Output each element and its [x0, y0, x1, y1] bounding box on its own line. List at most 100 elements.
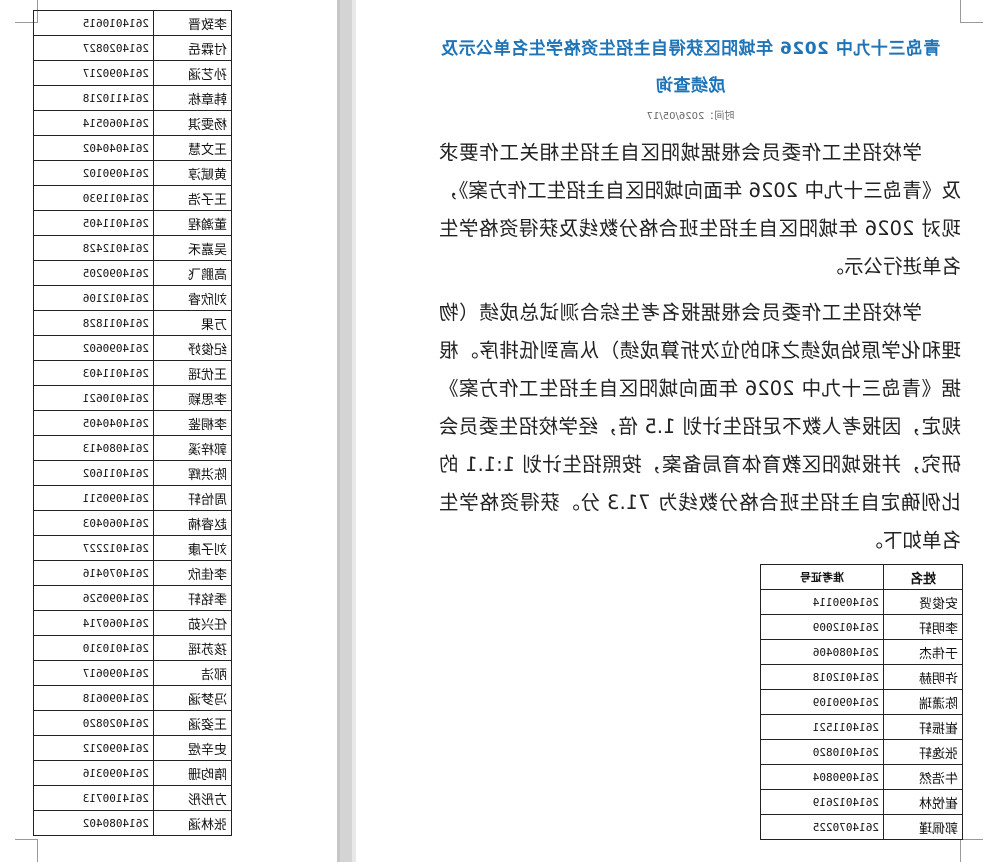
- table-row: 王文慧 2614040402: [33, 135, 232, 161]
- student-name: 方彤彤: [153, 785, 232, 811]
- exam-number: 2614012018: [760, 664, 884, 690]
- student-name: 纪俊妤: [153, 335, 232, 361]
- exam-number: 2614010310: [33, 635, 154, 661]
- table-row: 崔悦林 2614012619: [760, 789, 963, 815]
- table-row: 周怡轩 2614090511: [33, 485, 232, 511]
- exam-number: 2614070416: [33, 560, 154, 586]
- table-header-row: 姓名 准考证号: [760, 564, 963, 590]
- student-name: 李明轩: [883, 614, 963, 640]
- table-row: 李致晋 2614010615: [33, 10, 232, 36]
- exam-number: 2614040402: [33, 135, 154, 161]
- table-row: 赵睿楠 2614060403: [33, 510, 232, 536]
- table-row: 郭佩瑾 2614070225: [760, 814, 963, 840]
- exam-number: 2614012227: [33, 535, 154, 561]
- student-name: 李佳欣: [153, 560, 232, 586]
- exam-number: 2614090618: [33, 685, 154, 711]
- page-1: 青岛三十九中 2026 年城阳区获得自主招生资格学生名单公示及成绩查询 时间：2…: [356, 0, 998, 862]
- student-name: 任兴茹: [153, 610, 232, 636]
- qualified-students-table-continued: 李致晋 2614010615 付霖岳 2614020827 孙艺涵 2614090217 韩…: [33, 10, 232, 836]
- exam-number: 2614110218: [33, 85, 154, 111]
- table-row: 刘子康 2614012227: [33, 535, 232, 561]
- table-row: 吴嘉禾 2614012428: [33, 235, 232, 261]
- page-gutter: [337, 0, 356, 862]
- student-name: 季铭轩: [153, 585, 232, 611]
- exam-number: 2614090316: [33, 760, 154, 786]
- exam-number: 2614010615: [33, 10, 154, 36]
- student-name: 王优瑶: [153, 360, 232, 386]
- table-row: 许明赫 2614012018: [760, 664, 963, 690]
- exam-number: 2614011828: [33, 310, 154, 336]
- exam-number: 2614090617: [33, 660, 154, 686]
- exam-number: 2614080402: [33, 810, 154, 836]
- student-name: 周怡轩: [153, 485, 232, 511]
- table-row: 于伟杰 2614080406: [760, 639, 963, 665]
- table-row: 李思颖 2614010621: [33, 385, 232, 411]
- student-name: 于伟杰: [883, 639, 963, 665]
- exam-number: 2614012009: [760, 614, 884, 640]
- table-row: 杨雯淇 2614060514: [33, 110, 232, 136]
- table-row: 刘欣睿 2614012106: [33, 285, 232, 311]
- table-row: 付霖岳 2614020827: [33, 35, 232, 61]
- table-row: 高鹏飞 2614090205: [33, 260, 232, 286]
- ranking-paragraph: 学校招生工作委员会根据报名考生综合测试总成绩（物理和化学原始成绩之和的位次折算成…: [439, 301, 961, 552]
- student-name: 崔悦林: [883, 789, 963, 815]
- exam-number: 2614011930: [33, 185, 154, 211]
- table-row: 季铭轩 2614090526: [33, 585, 232, 611]
- table-row: 万果 2614011828: [33, 310, 232, 336]
- table-row: 孙艺涵 2614090217: [33, 60, 232, 86]
- exam-number: 2614012619: [760, 789, 884, 815]
- student-name: 孩苏瑶: [153, 635, 232, 661]
- table-row: 王姿涵 2614020820: [33, 710, 232, 736]
- student-name: 付霖岳: [153, 35, 232, 61]
- exam-number: 2614011602: [33, 460, 154, 486]
- student-name: 李桐鉴: [153, 410, 232, 436]
- crop-mark: [15, 839, 38, 862]
- student-name: 孙艺涵: [153, 60, 232, 86]
- student-name: 崔振轩: [883, 714, 963, 740]
- exam-number: 2614012428: [33, 235, 154, 261]
- exam-number: 2614011403: [33, 360, 154, 386]
- student-name: 冯梦涵: [153, 685, 232, 711]
- exam-number: 2614090804: [760, 764, 884, 790]
- exam-number: 2614090511: [33, 485, 154, 511]
- table-row: 任兴茹 2614060714: [33, 610, 232, 636]
- exam-number: 2614020827: [33, 35, 154, 61]
- table-row: 张林涵 2614080402: [33, 810, 232, 836]
- table-row: 孩苏瑶 2614010310: [33, 635, 232, 661]
- table-row: 董瀚程 2614011405: [33, 210, 232, 236]
- student-name: 王子浩: [153, 185, 232, 211]
- student-name: 隋昀珊: [153, 760, 232, 786]
- exam-number: 2614020820: [33, 710, 154, 736]
- exam-number: 2614010820: [760, 739, 884, 765]
- document-title: 青岛三十九中 2026 年城阳区获得自主招生资格学生名单公示及成绩查询: [440, 39, 941, 96]
- header-name: 姓名: [883, 564, 963, 590]
- exam-number: 2614060714: [33, 610, 154, 636]
- crop-mark: [960, 839, 983, 862]
- student-name: 黄赋淳: [153, 160, 232, 186]
- table-row: 王优瑶 2614011403: [33, 360, 232, 386]
- exam-number: 2614060403: [33, 510, 154, 536]
- table-row: 隋昀珊 2614090316: [33, 760, 232, 786]
- table-row: 冯梦涵 2614090618: [33, 685, 232, 711]
- student-name: 张林涵: [153, 810, 232, 836]
- student-name: 郭梓溪: [153, 435, 232, 461]
- table-row: 纪俊妤 2614090602: [33, 335, 232, 361]
- exam-number: 2614080406: [760, 639, 884, 665]
- student-name: 陈洪辉: [153, 460, 232, 486]
- page-2: 李致晋 2614010615 付霖岳 2614020827 孙艺涵 2614090217 韩…: [0, 0, 337, 862]
- student-name: 李思颖: [153, 385, 232, 411]
- table-row: 王子浩 2614011930: [33, 185, 232, 211]
- table-row: 郭梓溪 2614080413: [33, 435, 232, 461]
- table-row: 韩章栋 2614110218: [33, 85, 232, 111]
- exam-number: 2614090102: [33, 160, 154, 186]
- intro-paragraph: 学校招生工作委员会根据城阳区自主招生相关工作要求及《青岛三十九中 2026 年面…: [439, 141, 961, 278]
- table-row: 陈洪辉 2614011602: [33, 460, 232, 486]
- table-row: 黄赋淳 2614090102: [33, 160, 232, 186]
- exam-number: 2614090602: [33, 335, 154, 361]
- exam-number: 2614100713: [33, 785, 154, 811]
- student-name: 刘子康: [153, 535, 232, 561]
- table-row: 李佳欣 2614070416: [33, 560, 232, 586]
- exam-number: 2614011405: [33, 210, 154, 236]
- student-name: 万果: [153, 310, 232, 336]
- table-row: 安俊贤 2614090114: [760, 589, 963, 615]
